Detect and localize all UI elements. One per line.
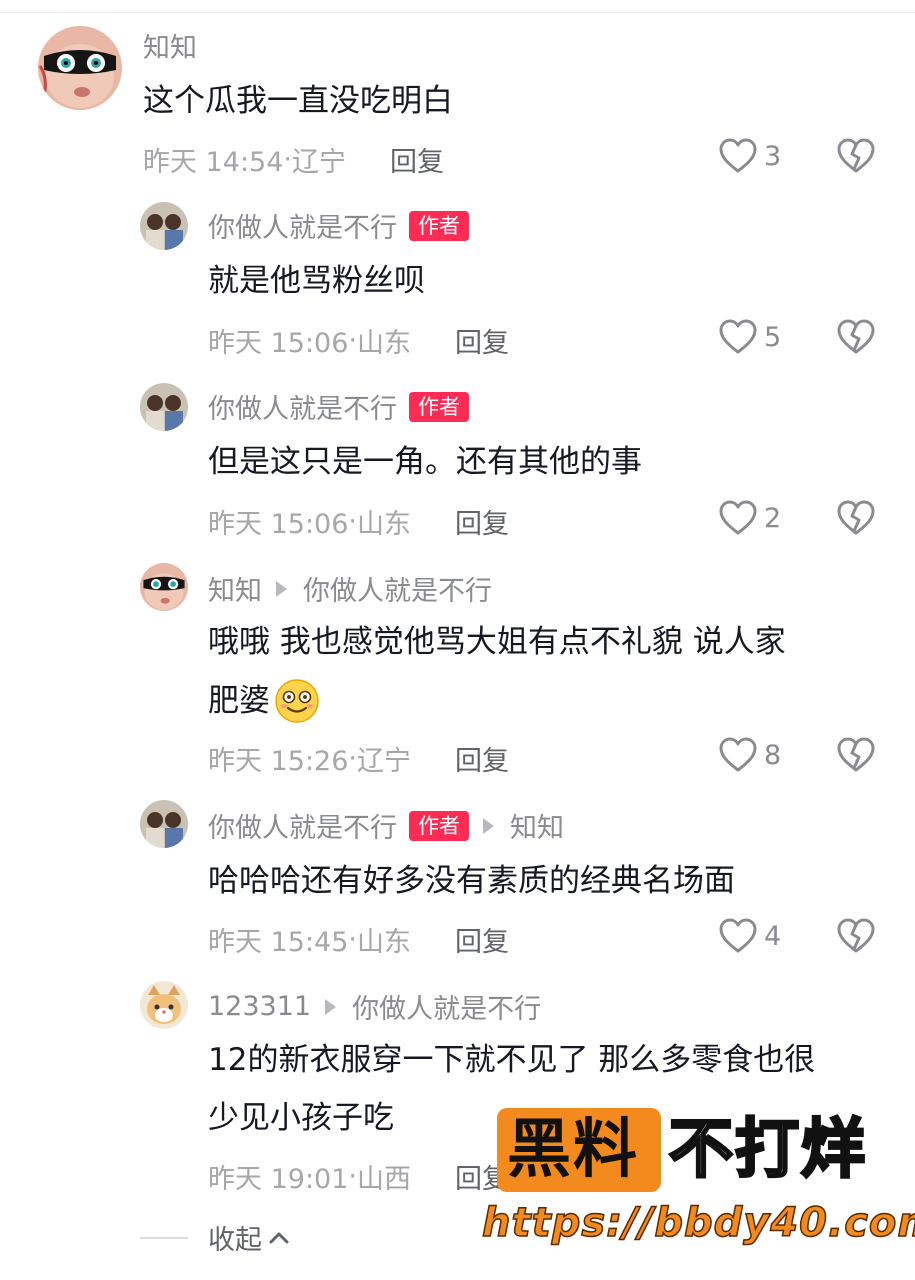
broken-heart-icon [837, 138, 875, 173]
dislike-button[interactable] [836, 499, 876, 541]
like-count: 5 [764, 321, 782, 353]
meta-separator: · [348, 506, 357, 537]
meta-separator: · [348, 743, 357, 774]
dislike-button[interactable] [836, 736, 876, 778]
comment-time: 昨天 19:01 [208, 1164, 349, 1195]
comment-location: 辽宁 [292, 147, 346, 178]
like-button[interactable]: 4 [718, 917, 781, 955]
author-badge: 作者 [409, 810, 469, 841]
reply-button[interactable]: 回复 [455, 502, 509, 541]
comment-text-line: 肥婆 [208, 683, 270, 719]
username[interactable]: 你做人就是不行 [208, 806, 397, 845]
comment-text: 哈哈哈还有好多没有素质的经典名场面 [208, 863, 735, 899]
meta-separator: · [348, 1161, 357, 1192]
reply-to-username[interactable]: 你做人就是不行 [303, 569, 492, 608]
like-count: 2 [764, 502, 782, 534]
reply-arrow-icon [483, 817, 494, 834]
reply-button[interactable]: 回复 [455, 321, 509, 360]
broken-heart-icon [837, 319, 875, 354]
like-count: 4 [764, 920, 782, 952]
like-button[interactable]: 2 [718, 499, 781, 537]
like-button[interactable]: 5 [718, 318, 781, 356]
broken-heart-icon [837, 918, 875, 953]
like-button[interactable]: 3 [718, 137, 781, 175]
broken-heart-icon [837, 737, 875, 772]
heart-outline-icon [719, 319, 757, 354]
dislike-button[interactable] [836, 137, 876, 179]
comment-time: 昨天 15:26 [208, 746, 349, 777]
avatar[interactable] [140, 383, 188, 431]
avatar[interactable] [140, 202, 188, 250]
like-count: 8 [764, 739, 782, 771]
comment-location: 山东 [357, 328, 411, 359]
username[interactable]: 你做人就是不行 [208, 387, 397, 426]
author-badge: 作者 [409, 210, 469, 241]
comment-text-line: 少见小孩子吃 [208, 1100, 394, 1136]
top-divider [0, 12, 915, 13]
dislike-button[interactable] [836, 917, 876, 959]
avatar[interactable] [140, 800, 188, 848]
meta-separator: · [348, 924, 357, 955]
reply-to-username[interactable]: 知知 [510, 806, 564, 845]
comment-location: 山东 [357, 927, 411, 958]
comment-time: 昨天 15:06 [208, 328, 349, 359]
heart-outline-icon [719, 500, 757, 535]
reply-button[interactable]: 回复 [455, 739, 509, 778]
reply-arrow-icon [325, 998, 337, 1015]
reply-to-username[interactable]: 你做人就是不行 [352, 987, 541, 1026]
comment-text: 就是他骂粉丝呗 [208, 263, 425, 299]
username[interactable]: 你做人就是不行 [208, 206, 397, 245]
reply-button[interactable]: 回复 [455, 920, 509, 959]
comment-location: 山东 [357, 509, 411, 540]
comment-time: 昨天 15:06 [208, 509, 349, 540]
avatar[interactable] [38, 26, 122, 110]
collapse-label: 收起 [208, 1225, 262, 1256]
comment-text-line: 哦哦 我也感觉他骂大姐有点不礼貌 说人家 [208, 624, 786, 660]
comment-text: 但是这只是一角。还有其他的事 [208, 444, 642, 480]
broken-heart-icon [837, 500, 875, 535]
comment-location: 辽宁 [357, 746, 411, 777]
comment-time: 昨天 15:45 [208, 927, 349, 958]
like-count: 3 [764, 140, 782, 172]
reply-arrow-icon [276, 580, 287, 597]
like-button[interactable]: 8 [718, 736, 781, 774]
dizzy-smile-emoji [275, 679, 319, 723]
watermark-brand-black: 黑料 [507, 1113, 639, 1187]
avatar[interactable] [140, 563, 188, 611]
heart-outline-icon [719, 138, 757, 173]
heart-outline-icon [719, 918, 757, 953]
reply-button[interactable]: 回复 [390, 140, 444, 179]
meta-separator: · [348, 325, 357, 356]
watermark-logo: 黑料 不打烊 [497, 1108, 887, 1192]
comment-location: 山西 [357, 1164, 411, 1195]
meta-separator: · [283, 144, 292, 175]
heart-outline-icon [719, 737, 757, 772]
comment-text: 这个瓜我一直没吃明白 [143, 83, 453, 119]
username[interactable]: 知知 [208, 569, 262, 608]
chevron-up-icon [269, 1232, 289, 1243]
avatar[interactable] [140, 981, 188, 1029]
comment-text-line: 12的新衣服穿一下就不见了 那么多零食也很 [208, 1042, 816, 1078]
collapse-replies-button[interactable]: 收起 [140, 1218, 290, 1257]
username[interactable]: 123311 [208, 991, 311, 1022]
watermark-brand-white: 不打烊 [668, 1113, 867, 1188]
username[interactable]: 知知 [143, 26, 197, 65]
comment-time: 昨天 14:54 [143, 147, 284, 178]
author-badge: 作者 [409, 391, 469, 422]
collapse-divider [140, 1236, 188, 1239]
watermark-url: https://bbdy40.com [481, 1199, 915, 1247]
dislike-button[interactable] [836, 318, 876, 360]
